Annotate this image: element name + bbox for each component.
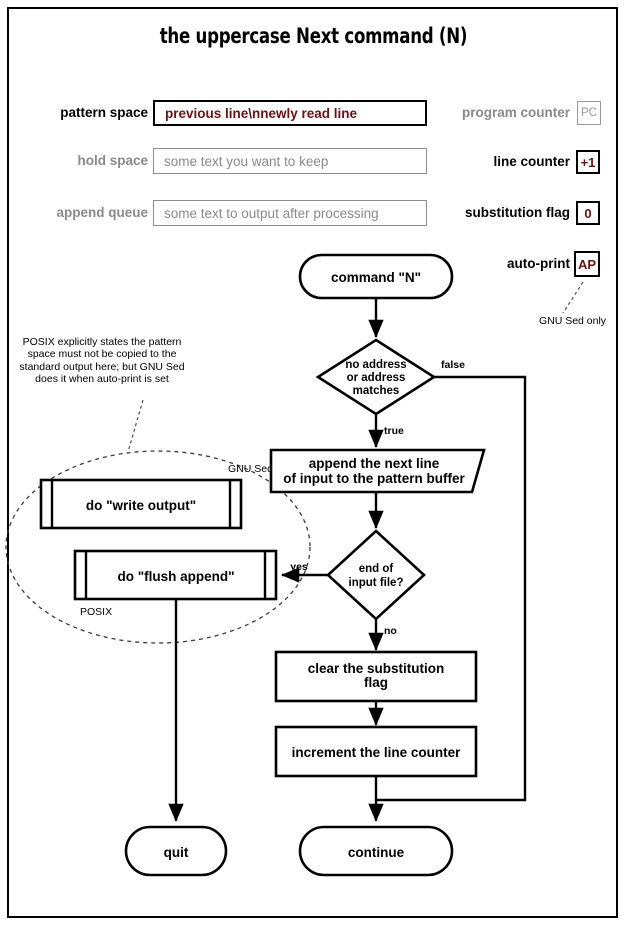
node-clear-substitution-flag-line2: flag [364,675,388,690]
node-decision-address-line2: or address [347,372,406,384]
node-append-next-line-line2: of input to the pattern buffer [283,471,465,486]
node-write-output-label: do "write output" [86,498,196,513]
node-decision-eof-line1: end of [359,563,394,575]
node-clear-substitution-flag-line1: clear the substitution [308,661,445,676]
node-decision-address-line1: no address [345,359,406,371]
edge-label-yes: yes [290,561,308,573]
edge-label-true: true [384,425,404,437]
node-flush-append-label: do "flush append" [117,569,234,584]
node-increment-line-counter-label: increment the line counter [292,745,462,760]
node-decision-address-line3: matches [353,385,400,397]
gnu-sed-group-label: GNU Sed [228,463,273,475]
auto-print-leader-line [562,281,584,314]
node-quit-label: quit [164,845,189,860]
edge-label-false: false [441,359,465,371]
flowchart-canvas: GNU Sed POSIX command "N" no address or … [5,253,584,877]
node-continue-label: continue [348,845,405,860]
edge-label-no: no [384,625,397,637]
node-decision-eof-line2: input file? [349,577,404,589]
posix-group-label: POSIX [80,606,112,618]
node-append-next-line-line1: append the next line [309,456,440,471]
node-command-n-label: command "N" [331,270,421,285]
posix-note-leader-line [127,399,144,453]
node-decision-eof[interactable] [326,529,426,621]
